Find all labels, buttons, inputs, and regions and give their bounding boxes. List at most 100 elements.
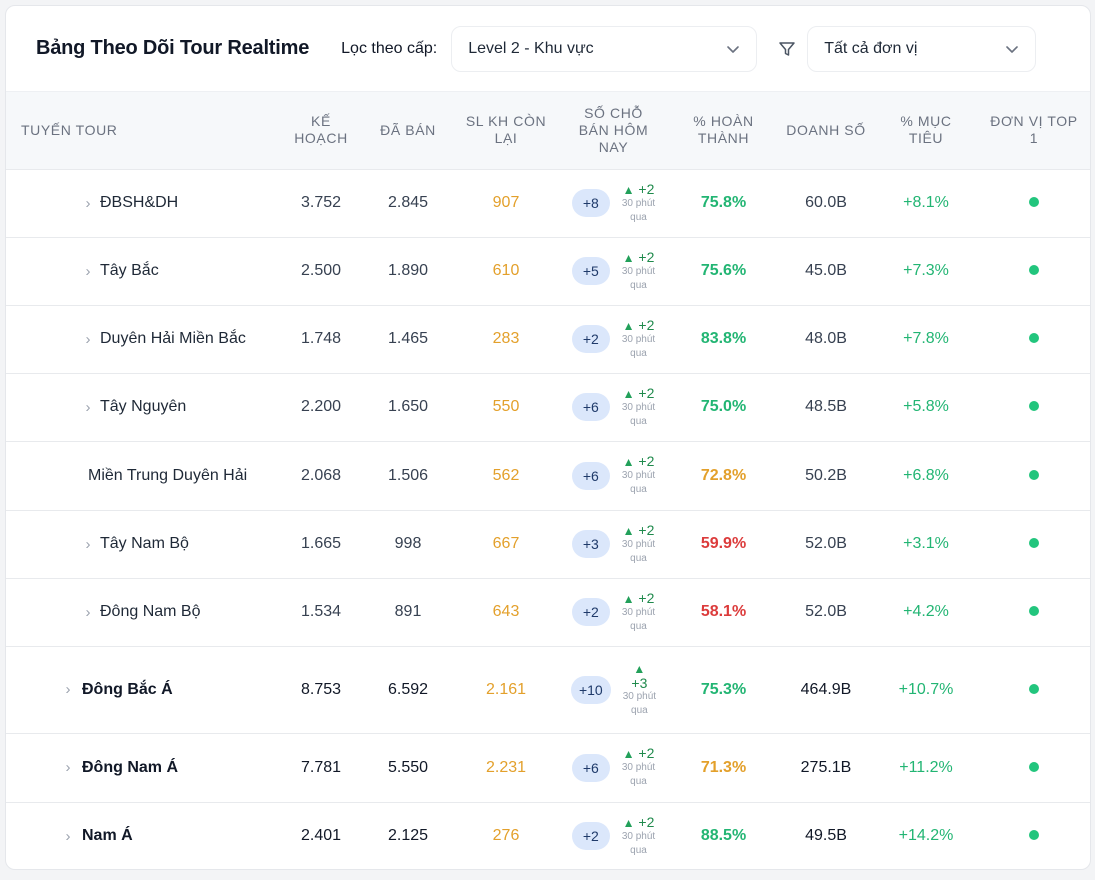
- revenue-value: 52.0B: [805, 603, 847, 620]
- chevron-right-icon[interactable]: ›: [80, 536, 96, 553]
- chevron-right-icon[interactable]: ›: [80, 263, 96, 280]
- completion-value: 88.5%: [700, 827, 747, 845]
- table-row[interactable]: › Đông Nam Bộ 1.534 891 643 +2 ▲ +2 30 p…: [6, 578, 1090, 646]
- plan-value: 2.401: [300, 827, 342, 845]
- col-sold[interactable]: ĐÃ BÁN: [360, 92, 456, 169]
- table-row[interactable]: › ĐBSH&DH 3.752 2.845 907 +8 ▲ +2 30 phú…: [6, 169, 1090, 237]
- sold-cell: 6.592: [360, 646, 456, 733]
- status-dot-icon[interactable]: [1029, 333, 1039, 343]
- status-dot-icon[interactable]: [1029, 265, 1039, 275]
- plan-value: 7.781: [300, 758, 342, 776]
- chevron-right-icon[interactable]: ›: [60, 681, 76, 698]
- col-top-unit[interactable]: ĐƠN VỊ TOP 1: [976, 92, 1090, 169]
- remaining-value: 550: [492, 398, 520, 415]
- sold-cell: 1.465: [360, 305, 456, 373]
- status-dot-icon[interactable]: [1029, 606, 1039, 616]
- completion-value: 58.1%: [700, 603, 747, 620]
- target-cell: +14.2%: [876, 802, 976, 869]
- delta-sub-2: qua: [630, 279, 647, 291]
- completion-cell: 75.8%: [671, 169, 776, 237]
- triangle-up-icon: ▲: [633, 661, 646, 676]
- chevron-right-icon[interactable]: ›: [80, 604, 96, 621]
- col-target[interactable]: % MỤC TIÊU: [876, 92, 976, 169]
- today-cell: +2 ▲ +2 30 phút qua: [556, 578, 671, 646]
- table-header-row: TUYẾN TOUR KẾ HOẠCH ĐÃ BÁN SL KH CÒN LẠI S…: [6, 92, 1090, 169]
- plan-cell: 2.401: [282, 802, 360, 869]
- col-revenue[interactable]: DOANH SỐ: [776, 92, 876, 169]
- today-cell: +2 ▲ +2 30 phút qua: [556, 305, 671, 373]
- status-dot-icon[interactable]: [1029, 830, 1039, 841]
- delta-sub-2: qua: [630, 844, 647, 856]
- table-row[interactable]: › Duyên Hải Miền Bắc 1.748 1.465 283 +2 …: [6, 305, 1090, 373]
- status-dot-icon[interactable]: [1029, 401, 1039, 411]
- revenue-cell: 50.2B: [776, 441, 876, 510]
- top-unit-cell: [976, 733, 1090, 802]
- sold-value: 998: [394, 535, 422, 552]
- chevron-right-icon[interactable]: ›: [80, 399, 96, 416]
- chevron-right-icon[interactable]: ›: [80, 331, 96, 348]
- sold-value: 1.465: [387, 330, 429, 347]
- status-dot-icon[interactable]: [1029, 761, 1039, 772]
- plan-value: 2.500: [300, 262, 342, 279]
- top-unit-cell: [976, 510, 1090, 578]
- col-remaining[interactable]: SL KH CÒN LẠI: [456, 92, 556, 169]
- col-plan[interactable]: KẾ HOẠCH: [282, 92, 360, 169]
- tour-table: TUYẾN TOUR KẾ HOẠCH ĐÃ BÁN SL KH CÒN LẠI S…: [6, 92, 1090, 869]
- target-value: +3.1%: [903, 535, 949, 552]
- delta-block: ▲ +2 30 phút qua: [622, 182, 655, 225]
- today-cell: +8 ▲ +2 30 phút qua: [556, 169, 671, 237]
- plan-value: 2.068: [300, 466, 342, 484]
- remaining-value: 2.231: [485, 758, 527, 776]
- today-badge: +2: [571, 822, 610, 851]
- chevron-right-icon[interactable]: ›: [60, 759, 76, 776]
- table-row[interactable]: › Tây Bắc 2.500 1.890 610 +5 ▲ +2 30 phú…: [6, 237, 1090, 305]
- table-row[interactable]: Miền Trung Duyên Hải 2.068 1.506 562 +6 …: [6, 441, 1090, 510]
- delta-sub-1: 30 phút: [622, 690, 657, 702]
- status-dot-icon[interactable]: [1029, 469, 1039, 480]
- delta-value: +2: [638, 589, 655, 606]
- route-cell: › Đông Nam Á: [6, 733, 282, 802]
- status-dot-icon[interactable]: [1029, 538, 1039, 548]
- sold-cell: 891: [360, 578, 456, 646]
- delta-sub-1: 30 phút: [621, 538, 656, 550]
- plan-value: 3.752: [300, 194, 342, 211]
- col-completion[interactable]: % HOÀN THÀNH: [671, 92, 776, 169]
- delta-sub-1: 30 phút: [621, 830, 656, 842]
- table-row[interactable]: › Tây Nam Bộ 1.665 998 667 +3 ▲ +2 30 ph…: [6, 510, 1090, 578]
- status-dot-icon[interactable]: [1029, 683, 1039, 694]
- top-unit-cell: [976, 169, 1090, 237]
- delta-sub-2: qua: [630, 552, 647, 564]
- funnel-icon[interactable]: [777, 39, 797, 59]
- chevron-right-icon[interactable]: ›: [60, 828, 76, 845]
- top-unit-cell: [976, 305, 1090, 373]
- completion-cell: 71.3%: [671, 733, 776, 802]
- col-sold-today[interactable]: SỐ CHỖ BÁN HÔM NAY: [556, 92, 671, 169]
- revenue-value: 52.0B: [805, 535, 847, 552]
- triangle-up-icon: ▲: [622, 591, 635, 606]
- target-cell: +5.8%: [876, 373, 976, 441]
- tour-tracking-card: Bảng Theo Dõi Tour Realtime Lọc theo cấp…: [5, 5, 1091, 870]
- unit-select[interactable]: Tất cả đơn vị: [807, 25, 1037, 72]
- delta-value: +2: [638, 180, 655, 197]
- table-row[interactable]: › Đông Nam Á 7.781 5.550 2.231 +6 ▲ +2 3…: [6, 733, 1090, 802]
- delta-sub-2: qua: [630, 211, 647, 223]
- delta-sub-1: 30 phút: [621, 333, 656, 345]
- target-cell: +11.2%: [876, 733, 976, 802]
- level-select-value: Level 2 - Khu vực: [468, 39, 594, 57]
- table-row[interactable]: › Nam Á 2.401 2.125 276 +2 ▲ +2 30 phút …: [6, 802, 1090, 869]
- status-dot-icon[interactable]: [1029, 197, 1039, 207]
- table-row[interactable]: › Tây Nguyên 2.200 1.650 550 +6 ▲ +2 30 …: [6, 373, 1090, 441]
- triangle-up-icon: ▲: [622, 386, 635, 401]
- route-cell: › Đông Nam Bộ: [6, 578, 282, 646]
- target-value: +14.2%: [898, 827, 954, 845]
- delta-block: ▲ +2 30 phút qua: [622, 250, 655, 293]
- route-cell: › Tây Nguyên: [6, 373, 282, 441]
- delta-block: ▲ +2 30 phút qua: [622, 591, 655, 634]
- route-name: Đông Nam Bộ: [100, 603, 201, 620]
- completion-cell: 88.5%: [671, 802, 776, 869]
- chevron-right-icon[interactable]: ›: [80, 195, 96, 212]
- table-row[interactable]: › Đông Bắc Á 8.753 6.592 2.161 +10 ▲ +3 …: [6, 646, 1090, 733]
- level-select[interactable]: Level 2 - Khu vực: [451, 25, 758, 72]
- col-route[interactable]: TUYẾN TOUR: [6, 92, 282, 169]
- completion-cell: 72.8%: [671, 441, 776, 510]
